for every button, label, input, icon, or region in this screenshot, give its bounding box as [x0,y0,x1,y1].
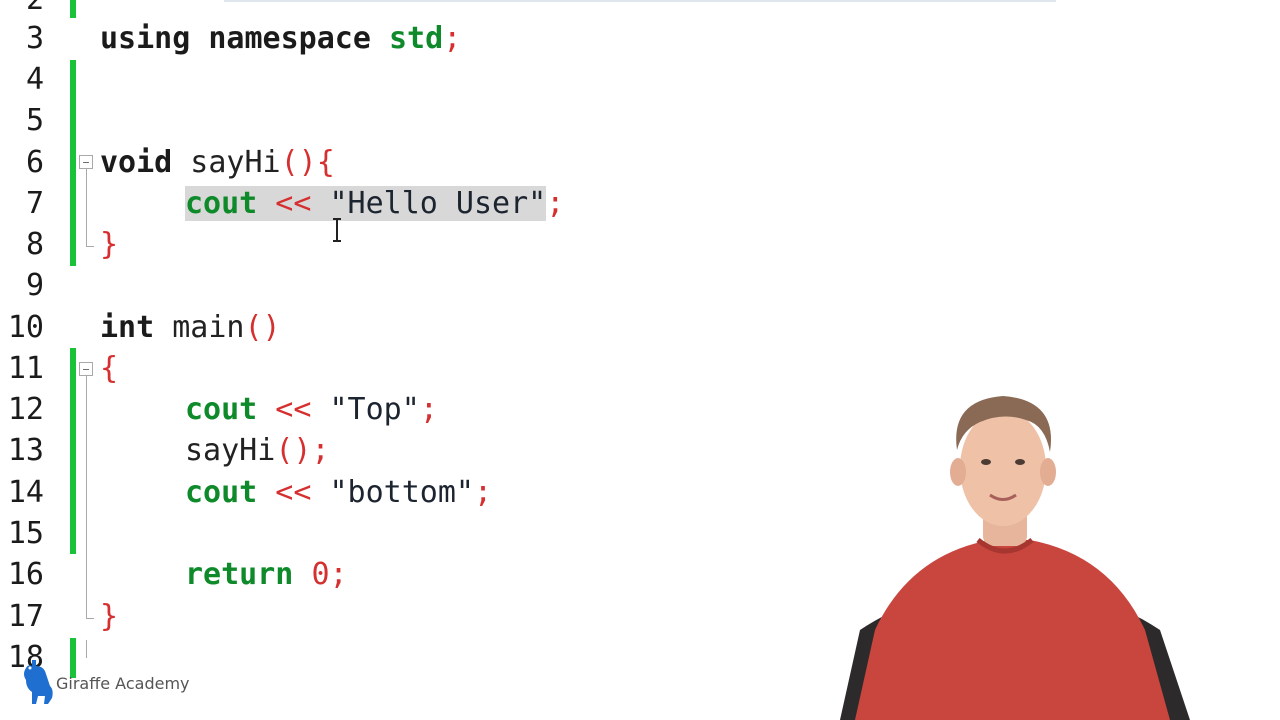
change-indicator [70,0,76,18]
semicolon: ; [443,21,462,56]
line-number: 15 [7,516,44,551]
code-line-16[interactable]: return 0; [100,554,348,595]
keyword: namespace [190,21,389,56]
code-line-14[interactable]: cout << "bottom"; [100,472,492,513]
line-number: 10 [7,310,44,345]
fold-guide-end [86,618,94,619]
function-name: main [154,310,245,345]
line-number: 14 [7,475,44,510]
line-number: 12 [7,392,44,427]
semicolon: ; [329,557,348,592]
fold-guide-end [86,246,94,247]
semicolon: ; [474,475,493,510]
code-line-10[interactable]: int main() [100,307,281,348]
fold-collapse-icon[interactable] [79,155,93,169]
brace: } [100,227,119,262]
parens: () [275,433,312,468]
type-keyword: int [100,310,155,345]
operator: << [257,475,330,510]
operator: << [257,392,330,427]
operator: << [257,186,330,221]
string-literal: "Hello User" [329,186,547,221]
line-number: 3 [25,21,44,56]
top-divider [224,0,1056,2]
parens: () [280,145,317,180]
line-number: 16 [7,557,44,592]
string-literal: "Top" [329,392,420,427]
line-number: 4 [25,62,44,97]
number-literal: 0 [311,557,330,592]
keyword: cout [185,186,258,221]
line-number: 13 [7,433,44,468]
brace: { [100,351,119,386]
line-number: 7 [25,186,44,221]
function-call: sayHi [185,433,276,468]
line-number: 11 [7,351,44,386]
semicolon: ; [419,392,438,427]
keyword: cout [185,392,258,427]
code-line-8[interactable]: } [100,224,118,265]
line-number: 17 [7,599,44,634]
semicolon: ; [546,186,565,221]
watermark-text: Giraffe Academy [56,674,190,693]
code-line-11[interactable]: { [100,348,118,389]
fold-guide [86,376,87,618]
change-indicator [70,60,76,266]
line-number: 8 [25,227,44,262]
parens: () [244,310,281,345]
string-literal: "bottom" [329,475,475,510]
change-indicator [70,348,76,554]
code-line-13[interactable]: sayHi(); [100,430,330,471]
line-number: 6 [25,145,44,180]
function-name: sayHi [172,145,281,180]
presenter-video [840,396,1190,720]
brace: } [100,599,119,634]
code-line-17[interactable]: } [100,596,118,637]
ibeam-cursor-icon [332,218,342,242]
line-number: 5 [25,103,44,138]
keyword: return [185,557,294,592]
fold-guide [86,169,87,246]
brace: { [316,145,335,180]
keyword: using [100,21,191,56]
code-line-12[interactable]: cout << "Top"; [100,389,438,430]
keyword: cout [185,475,258,510]
identifier: std [389,21,444,56]
line-number: 9 [25,268,44,303]
line-number: 2 [0,0,44,20]
fold-collapse-icon[interactable] [79,362,93,376]
code-line-3[interactable]: using namespace std; [100,18,461,59]
watermark: Giraffe Academy [14,656,234,710]
code-line-6[interactable]: void sayHi(){ [100,142,335,183]
semicolon: ; [311,433,330,468]
type-keyword: void [100,145,173,180]
